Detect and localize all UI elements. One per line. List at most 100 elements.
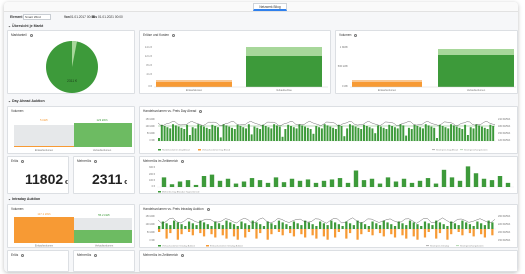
handels-bar-down	[480, 229, 483, 235]
info-icon[interactable]	[21, 159, 25, 163]
handels-bar	[278, 126, 281, 141]
info-icon[interactable]	[94, 253, 98, 257]
handels-bar	[259, 129, 262, 141]
volumen-intraday-chart: 117.1 kWh 55.2 kWh Einkaufsvolumen Verka…	[14, 212, 132, 247]
handels-bar-down	[390, 229, 393, 235]
handels-bar	[416, 126, 419, 141]
handels-bar-up	[420, 226, 423, 229]
handels-bar-up	[266, 221, 269, 229]
handels-bar-up	[442, 224, 445, 229]
handels-bar-down	[281, 229, 284, 236]
handels-bar-up	[281, 222, 284, 229]
handels-bar	[197, 124, 200, 141]
section-overview-title[interactable]: ⌄ Übersicht je Markt	[8, 24, 43, 28]
zeit-bar	[393, 181, 399, 187]
zeit-bar	[481, 178, 487, 187]
y2-tick: 260 €/MWh	[498, 215, 511, 218]
section-intraday-title[interactable]: ⌄ Intraday Auktion	[8, 197, 40, 201]
handels-bar-up	[285, 224, 288, 229]
handels-bar	[292, 127, 295, 141]
zeit-bar	[465, 166, 471, 187]
handels-bar	[222, 124, 225, 141]
handels-bar	[188, 135, 191, 141]
handels-bar	[245, 128, 248, 141]
zeit-bar	[289, 178, 295, 187]
legend-item: Verkaufsvolumen Day Ahead	[202, 149, 231, 152]
zeit-bar	[505, 182, 511, 187]
bis-label: Bis	[92, 15, 97, 19]
handels-bar-down	[225, 229, 228, 239]
zeitbereich-dayahead-chart: 300 € 200 € 100 € 0 € Mehrerlös Day Ahea…	[149, 166, 514, 193]
zeit-bar	[201, 176, 207, 187]
handels-bar	[492, 126, 495, 141]
handels-bar-down	[266, 229, 269, 240]
handels-bar	[357, 127, 360, 141]
mehrerloes-dayahead-title-text: Mehrerlös	[77, 159, 92, 163]
handels-bar-up	[487, 220, 490, 229]
zeit-bar	[353, 170, 359, 187]
currency-unit: €	[124, 180, 128, 186]
handels-bar-up	[191, 223, 194, 229]
handels-bar-down	[371, 229, 374, 236]
handels-bar-down	[337, 229, 340, 232]
handels-dayahead-chart: 150 kWh 100 kWh 50 kWh 0 Wh 210 €/MWh 18…	[146, 118, 511, 152]
handels-bar	[340, 126, 343, 141]
handels-bar-up	[206, 224, 209, 229]
handels-bar-up	[457, 225, 460, 229]
handels-intraday-panel: Handelsvolumen vs. Preis Intraday Auktio…	[139, 204, 518, 248]
element-select[interactable]: Smart Wind	[23, 14, 51, 20]
handels-bar	[343, 136, 346, 141]
handels-bar	[351, 125, 354, 141]
legend-item: Strompreis Day Ahead	[436, 149, 459, 152]
legend-item: Stromgestehungskosten	[460, 245, 484, 248]
handels-bar	[242, 127, 245, 141]
handels-bar-up	[386, 222, 389, 229]
handels-bar-up	[229, 222, 232, 229]
handels-bar	[486, 129, 489, 141]
info-icon[interactable]	[94, 159, 98, 163]
handels-bar-down	[360, 229, 363, 235]
handels-bar-down	[315, 229, 318, 239]
handels-bar-up	[461, 220, 464, 229]
zeit-bar	[185, 180, 191, 187]
handels-bar-up	[184, 226, 187, 229]
handels-bar	[287, 124, 290, 141]
handels-bar	[407, 127, 410, 141]
info-icon[interactable]	[181, 253, 185, 257]
zeit-bar	[385, 177, 391, 187]
handels-bar	[424, 124, 427, 141]
handels-bar-down	[176, 229, 179, 240]
filter-bar: Element Smart Wind Von 01.01.2017 00:00 …	[4, 12, 518, 22]
zeit-bar	[417, 180, 423, 187]
handels-bar-up	[453, 223, 457, 229]
bis-date[interactable]: 01.01.2021 00:00	[98, 15, 123, 19]
zeit-bar	[161, 177, 167, 187]
zeit-bar	[169, 184, 175, 187]
handels-bar	[441, 126, 444, 141]
x-label-verkauf: Verkaufserlöse	[276, 89, 292, 92]
handels-bar-up	[427, 223, 430, 229]
handels-bar-up	[341, 226, 344, 229]
handels-bar	[236, 124, 239, 141]
handels-bar	[261, 124, 264, 141]
zeit-bar	[241, 181, 247, 187]
handels-bar-down	[202, 229, 206, 237]
handels-bar-down	[416, 229, 419, 240]
info-icon[interactable]	[21, 253, 25, 257]
zeitbereich-dayahead-panel: Mehrerlös im Zeitbereich 300 € 200 € 100…	[139, 156, 518, 194]
handels-bar	[158, 138, 160, 141]
handels-bar-down	[191, 229, 194, 236]
legend-item: Verkaufsvolumen Intraday Auktion	[162, 245, 196, 248]
zeit-bar	[345, 182, 351, 187]
handels-bar-down	[468, 229, 472, 234]
handels-bar-down	[214, 229, 217, 238]
handels-bar-up	[311, 224, 314, 229]
von-label: Von	[64, 15, 70, 19]
handels-bar	[382, 127, 385, 141]
handels-bar-down	[483, 229, 487, 238]
handels-bar-up	[296, 223, 299, 229]
section-dayahead-title[interactable]: ⌄ Day Ahead Auktion	[8, 99, 45, 103]
handels-bar	[202, 126, 205, 141]
tab-netzwerk-bilog[interactable]: Netzwerk Bilog	[253, 3, 287, 11]
handels-bar-up	[259, 224, 262, 229]
